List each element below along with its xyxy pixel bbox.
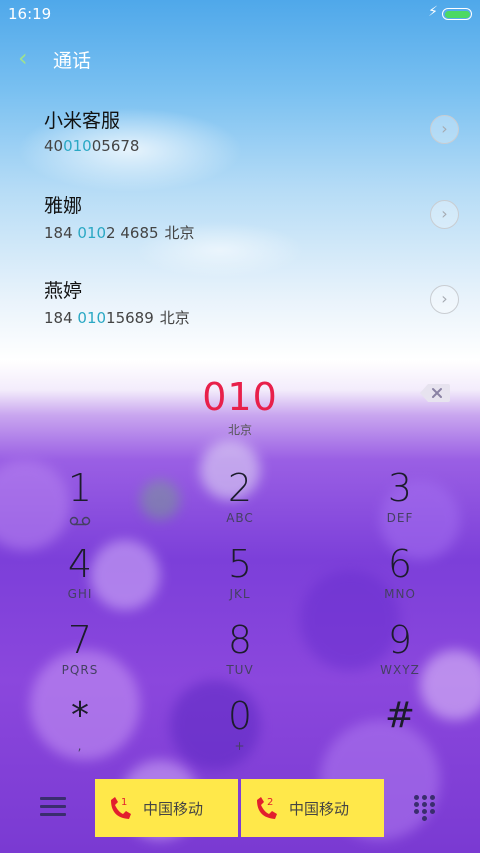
call-sim1-label: 中国移动	[143, 800, 204, 818]
contact-number: 4001005678	[44, 137, 140, 155]
call-sim1-button[interactable]: 1 中国移动	[95, 779, 238, 837]
key-0[interactable]: 0 +	[180, 693, 300, 763]
contact-detail-button[interactable]: ›	[430, 115, 459, 144]
key-star[interactable]: *,	[20, 693, 140, 763]
contact-number: 184 0102 4685 北京	[44, 224, 195, 242]
backspace-icon[interactable]	[420, 384, 450, 402]
page-title: 通话	[53, 50, 92, 72]
contact-detail-button[interactable]: ›	[430, 200, 459, 229]
contact-suggestion[interactable]: 燕婷 184 01015689 北京 ›	[0, 276, 480, 356]
contact-name: 雅娜	[44, 195, 83, 217]
contact-detail-button[interactable]: ›	[430, 285, 459, 314]
menu-icon[interactable]	[40, 797, 66, 819]
contact-location: 北京	[159, 309, 190, 327]
status-bar: 16:19 ⚡	[0, 0, 480, 28]
key-4[interactable]: 4 GHI	[20, 541, 140, 611]
key-1[interactable]: 1	[20, 465, 140, 535]
contact-suggestion[interactable]: 雅娜 184 0102 4685 北京 ›	[0, 191, 480, 271]
key-2[interactable]: 2 ABC	[180, 465, 300, 535]
dialed-number: 010	[202, 375, 278, 419]
number-region: 北京	[227, 423, 252, 437]
key-5[interactable]: 5 JKL	[180, 541, 300, 611]
key-6[interactable]: 6 MNO	[340, 541, 460, 611]
key-3[interactable]: 3 DEF	[340, 465, 460, 535]
status-time: 16:19	[8, 5, 52, 23]
svg-text:1: 1	[121, 797, 127, 808]
key-8[interactable]: 8 TUV	[180, 617, 300, 687]
dial-display: 010 北京	[0, 375, 480, 445]
contact-number: 184 01015689 北京	[44, 309, 190, 327]
voicemail-icon	[69, 516, 91, 526]
charging-icon: ⚡	[428, 4, 438, 20]
contact-location: 北京	[164, 224, 195, 242]
key-9[interactable]: 9 WXYZ	[340, 617, 460, 687]
contact-name: 燕婷	[44, 280, 83, 302]
key-hash[interactable]: #	[340, 693, 460, 763]
header: ‹ 通话	[0, 40, 480, 76]
call-sim2-label: 中国移动	[289, 800, 350, 818]
bottom-bar: 1 中国移动 2 中国移动	[0, 779, 480, 839]
key-7[interactable]: 7 PQRS	[20, 617, 140, 687]
contact-name: 小米客服	[44, 110, 121, 132]
back-icon[interactable]: ‹	[18, 44, 28, 72]
contact-suggestion[interactable]: 小米客服 4001005678 ›	[0, 106, 480, 186]
battery-icon	[442, 8, 472, 20]
call-sim2-button[interactable]: 2 中国移动	[241, 779, 384, 837]
phone-sim1-icon: 1	[111, 797, 131, 819]
keypad-toggle-icon[interactable]	[414, 795, 440, 821]
svg-text:2: 2	[267, 797, 273, 808]
phone-sim2-icon: 2	[257, 797, 277, 819]
